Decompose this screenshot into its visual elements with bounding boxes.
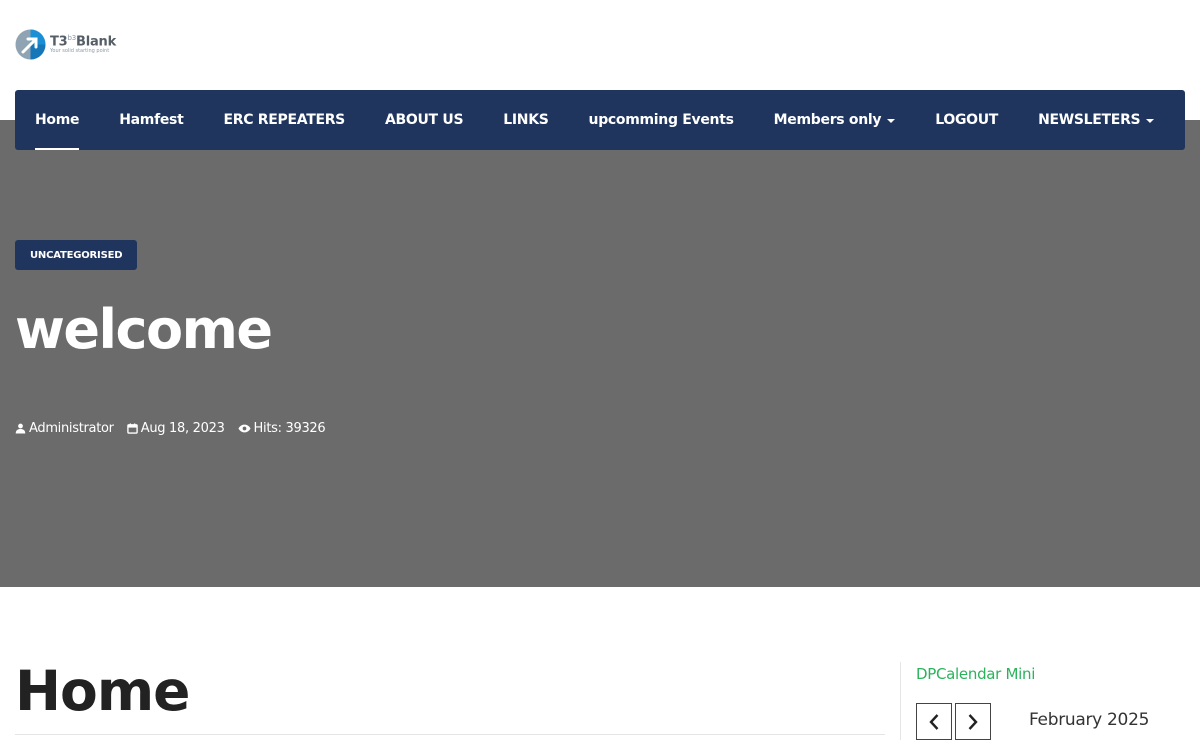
category-badge[interactable]: UNCATEGORISED	[15, 240, 138, 270]
nav-item-home[interactable]: Home	[35, 90, 80, 150]
logo-text: T3b3Blank Your solid starting point	[50, 33, 117, 55]
meta-hits: Hits: 39326	[238, 421, 326, 436]
nav-item-about-us[interactable]: ABOUT US	[385, 90, 464, 150]
chevron-left-icon	[929, 713, 939, 730]
logo-tagline: Your solid starting point	[50, 48, 110, 55]
nav-item-erc-repeaters[interactable]: ERC REPEATERS	[223, 90, 345, 150]
hits-count: Hits: 39326	[253, 421, 326, 436]
page-heading: Home	[15, 659, 190, 723]
page: T3b3Blank Your solid starting point Home…	[0, 0, 1200, 740]
publish-date: Aug 18, 2023	[140, 421, 225, 436]
nav-item-members-only[interactable]: Members only	[774, 90, 896, 150]
site-header: T3b3Blank Your solid starting point	[0, 0, 1200, 90]
calendar-icon	[126, 423, 138, 434]
sidebar-module-title: DPCalendar Mini	[916, 665, 1036, 683]
calendar-prev-button[interactable]	[916, 703, 952, 740]
caret-down-icon	[887, 119, 896, 123]
user-icon	[15, 423, 26, 434]
nav-item-newsletters[interactable]: NEWSLETERS	[1038, 90, 1155, 150]
caret-down-icon	[1146, 119, 1155, 123]
site-logo[interactable]: T3b3Blank Your solid starting point	[15, 29, 116, 60]
nav-item-hamfest[interactable]: Hamfest	[119, 90, 184, 150]
calendar-next-button[interactable]	[955, 703, 991, 740]
heading-divider	[15, 734, 885, 735]
author-name[interactable]: Administrator	[29, 421, 114, 436]
logo-name: T3b3Blank	[50, 33, 117, 50]
article-meta: Administrator Aug 18, 2023 Hits: 39326	[15, 421, 338, 436]
article-title: welcome	[15, 298, 273, 361]
meta-author: Administrator	[15, 421, 114, 436]
nav-item-upcoming-events[interactable]: upcomming Events	[589, 90, 734, 150]
nav-item-links[interactable]: LINKS	[503, 90, 549, 150]
calendar-month-label: February 2025	[1029, 710, 1150, 730]
logo-icon	[15, 29, 46, 60]
main-nav: Home Hamfest ERC REPEATERS ABOUT US LINK…	[15, 90, 1185, 150]
eye-icon	[238, 424, 251, 433]
nav-item-logout[interactable]: LOGOUT	[935, 90, 998, 150]
meta-date: Aug 18, 2023	[126, 421, 225, 436]
chevron-right-icon	[968, 713, 978, 730]
sidebar-divider	[900, 662, 901, 740]
